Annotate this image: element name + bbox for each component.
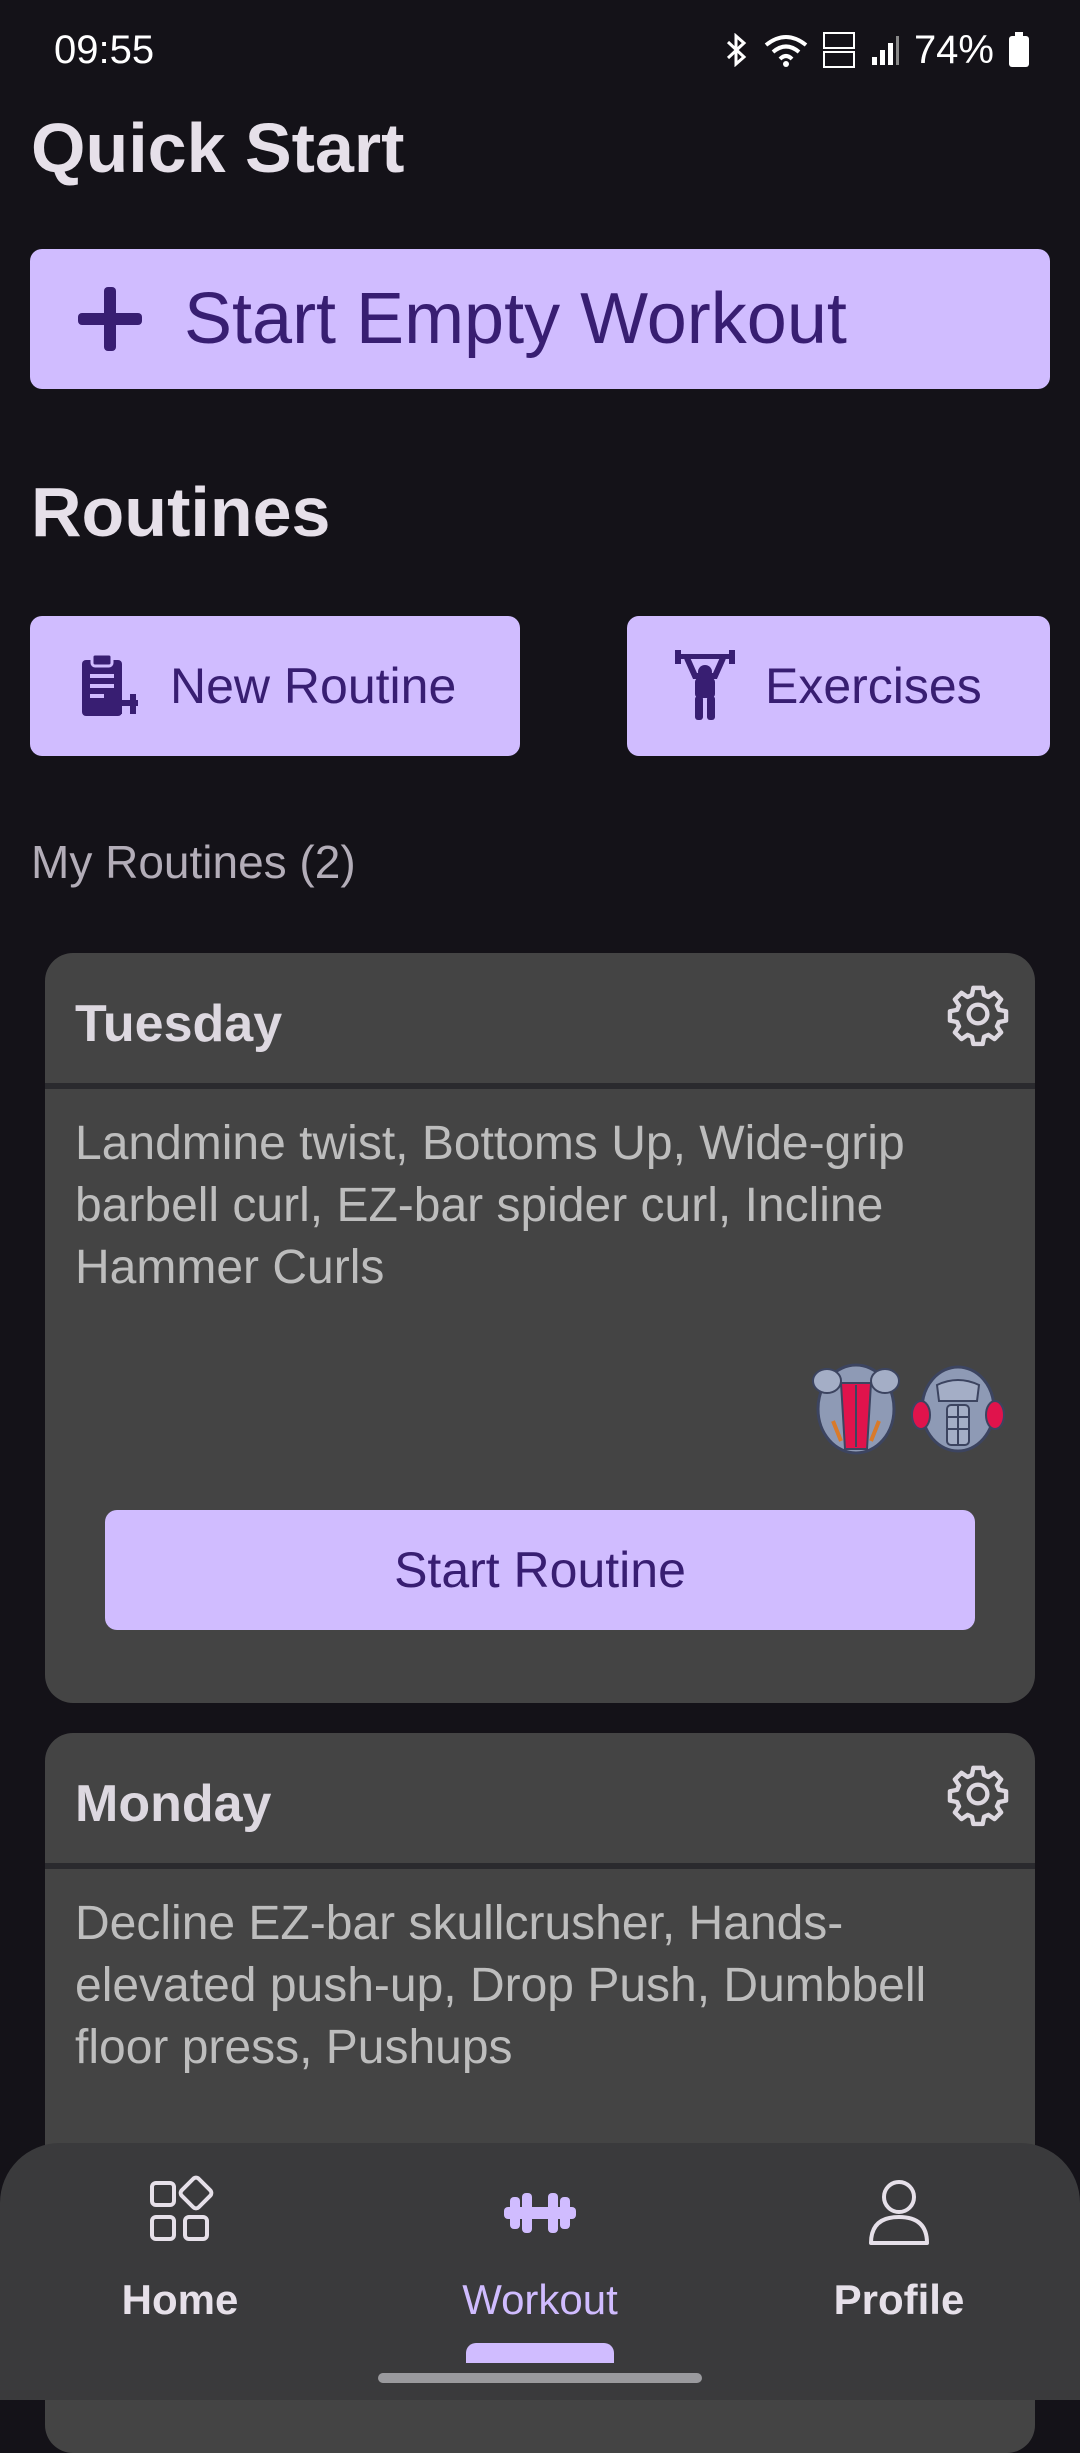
start-routine-button[interactable]: Start Routine <box>105 1510 975 1630</box>
wifi-icon <box>764 35 808 67</box>
front-muscles-icon <box>911 1365 1005 1453</box>
routines-heading: Routines <box>31 473 331 551</box>
gear-icon[interactable] <box>945 981 1011 1047</box>
start-empty-workout-label: Start Empty Workout <box>184 279 847 359</box>
routine-card-header: Tuesday <box>45 953 1035 1083</box>
routine-name: Tuesday <box>75 995 283 1053</box>
routine-card[interactable]: Tuesday Landmine twist, Bottoms Up, Wide… <box>45 953 1035 1703</box>
gear-icon[interactable] <box>945 1761 1011 1827</box>
person-icon <box>869 2180 929 2245</box>
status-time: 09:55 <box>54 28 155 72</box>
routine-name: Monday <box>75 1775 272 1833</box>
gesture-navigation-bar[interactable] <box>378 2373 702 2383</box>
home-grid-icon <box>150 2175 214 2241</box>
start-empty-workout-button[interactable]: Start Empty Workout <box>30 249 1050 389</box>
bluetooth-icon <box>726 33 747 67</box>
battery-icon <box>1009 32 1029 67</box>
clipboard-icon <box>82 652 138 716</box>
card-divider <box>45 1863 1035 1869</box>
routine-exercises: Landmine twist, Bottoms Up, Wide-grip ba… <box>75 1117 905 1294</box>
nav-item-home[interactable]: Home <box>30 2173 330 2343</box>
routine-exercises: Decline EZ-bar skullcrusher, Hands-eleva… <box>75 1897 927 2074</box>
nav-label-home: Home <box>121 2276 239 2323</box>
new-routine-label: New Routine <box>170 658 457 714</box>
dumbbell-icon <box>504 2193 576 2233</box>
start-routine-label: Start Routine <box>394 1542 686 1598</box>
active-tab-indicator <box>466 2343 614 2363</box>
my-routines-count: My Routines (2) <box>31 836 356 888</box>
exercises-label: Exercises <box>765 658 982 714</box>
weightlifter-icon <box>675 650 735 720</box>
back-muscles-icon <box>812 1363 900 1455</box>
nav-label-profile: Profile <box>833 2276 965 2323</box>
battery-percentage: 74% <box>913 28 994 72</box>
card-divider <box>45 1083 1035 1089</box>
exercises-button[interactable]: Exercises <box>627 616 1050 756</box>
plus-icon <box>78 287 142 351</box>
new-routine-button[interactable]: New Routine <box>30 616 520 756</box>
bottom-navigation: Home Workout Profile <box>0 2143 1080 2400</box>
nav-label-workout: Workout <box>462 2276 618 2323</box>
quick-start-heading: Quick Start <box>31 109 405 187</box>
status-icons: 74% <box>722 22 1030 78</box>
volte-icon <box>822 32 855 68</box>
signal-icon <box>871 36 899 65</box>
routine-card-header: Monday <box>45 1733 1035 1863</box>
muscle-map <box>809 1361 1005 1461</box>
nav-item-profile[interactable]: Profile <box>749 2173 1049 2343</box>
nav-item-workout[interactable]: Workout <box>390 2173 690 2343</box>
